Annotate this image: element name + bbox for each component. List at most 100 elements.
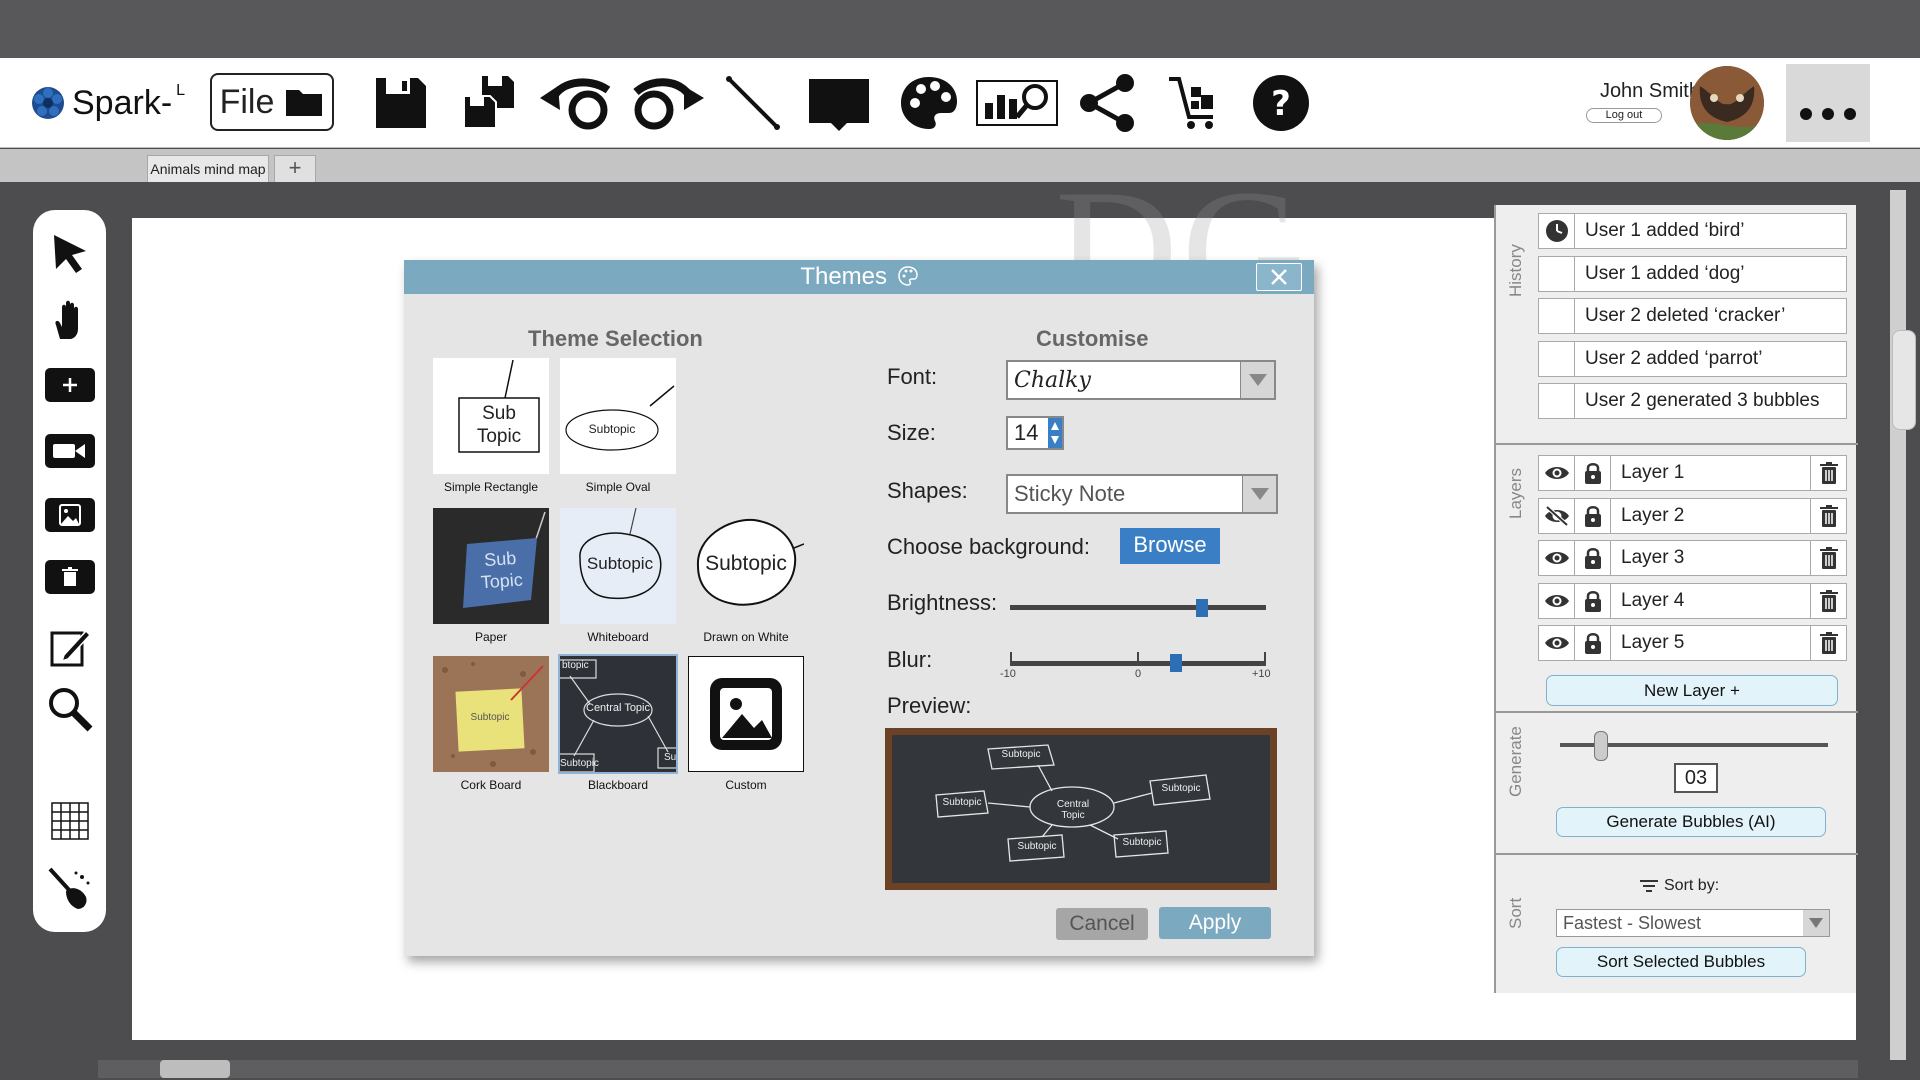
size-label: Size: (887, 420, 936, 445)
history-item[interactable]: User 1 added ‘bird’ (1538, 213, 1847, 249)
logout-button[interactable]: Log out (1586, 108, 1662, 123)
lock-icon[interactable] (1575, 541, 1611, 575)
layer-row[interactable]: Layer 3 (1538, 540, 1847, 576)
lock-icon[interactable] (1575, 498, 1611, 533)
vertical-scroll-thumb[interactable] (1892, 330, 1916, 430)
add-icon[interactable] (45, 360, 95, 410)
cart-icon[interactable] (1160, 70, 1226, 136)
filter-icon (1640, 880, 1658, 892)
browse-button[interactable]: Browse (1120, 528, 1220, 564)
brand: Spark- L (30, 80, 185, 126)
layer-row[interactable]: Layer 2 (1538, 497, 1847, 534)
theme-cork-board[interactable]: Subtopic Cork Board (433, 656, 549, 792)
trash-icon[interactable] (1810, 583, 1846, 618)
save-icon[interactable] (368, 70, 434, 136)
brightness-slider[interactable] (1010, 605, 1266, 610)
layer-row[interactable]: Layer 1 (1538, 455, 1847, 491)
lock-icon[interactable] (1575, 626, 1611, 660)
user-name: John Smith (1599, 80, 1700, 102)
sort-selected-bubbles-button[interactable]: Sort Selected Bubbles (1556, 947, 1806, 977)
sort-section: Sort Sort by: Fastest - Slowest Sort Sel… (1496, 857, 1858, 993)
new-layer-button[interactable]: New Layer + (1546, 675, 1838, 706)
font-select[interactable]: Chalky (1006, 360, 1276, 400)
generate-bubbles-button[interactable]: Generate Bubbles (AI) (1556, 807, 1826, 837)
lock-icon[interactable] (1575, 456, 1611, 490)
stepper-arrows-icon[interactable] (1048, 418, 1062, 448)
chevron-down-icon (1240, 362, 1274, 398)
history-item[interactable]: User 2 generated 3 bubbles (1538, 383, 1847, 419)
theme-sample-text: Su (664, 752, 676, 763)
edit-icon[interactable] (45, 622, 95, 672)
blur-slider-thumb[interactable] (1170, 654, 1183, 672)
sort-select-value: Fastest - Slowest (1563, 912, 1702, 933)
shapes-select[interactable]: Sticky Note (1006, 474, 1278, 514)
history-item[interactable]: User 2 deleted ‘cracker’ (1538, 298, 1847, 334)
generate-slider-thumb[interactable] (1594, 731, 1608, 761)
image-icon (710, 678, 782, 750)
size-stepper[interactable]: 14 (1006, 416, 1064, 450)
history-item[interactable]: User 2 added ‘parrot’ (1538, 341, 1847, 377)
generate-label: Generate (1506, 726, 1525, 797)
delete-icon[interactable] (45, 552, 95, 602)
eye-off-icon[interactable] (1539, 498, 1575, 533)
grid-icon[interactable] (45, 796, 95, 846)
trash-icon[interactable] (1810, 626, 1846, 660)
share-icon[interactable] (1074, 70, 1140, 136)
tab-animals-mind-map[interactable]: Animals mind map (147, 155, 269, 182)
vertical-scrollbar[interactable] (1890, 190, 1906, 1060)
theme-label: Whiteboard (587, 630, 649, 644)
zoom-icon[interactable] (45, 684, 95, 734)
present-icon[interactable] (806, 70, 872, 136)
close-button[interactable] (1256, 263, 1302, 291)
redo-icon[interactable] (624, 70, 708, 136)
theme-drawn-on-white[interactable]: Subtopic Drawn on White (688, 508, 804, 644)
trash-icon[interactable] (1810, 498, 1846, 533)
theme-label: Blackboard (587, 778, 649, 792)
palette-icon[interactable] (896, 70, 962, 136)
brush-icon[interactable] (45, 864, 95, 914)
horizontal-scrollbar[interactable] (98, 1060, 1858, 1078)
horizontal-scroll-thumb[interactable] (160, 1060, 230, 1078)
video-icon[interactable] (45, 426, 95, 476)
preview-central-topic: Central Topic (1056, 799, 1090, 821)
theme-simple-rectangle[interactable]: Sub Topic Simple Rectangle (433, 358, 549, 494)
theme-custom[interactable]: Custom (688, 656, 804, 792)
generate-section: Generate 03 Generate Bubbles (AI) (1496, 715, 1858, 855)
image-icon[interactable] (45, 490, 95, 540)
brightness-slider-thumb[interactable] (1196, 599, 1208, 617)
help-icon[interactable]: ? (1248, 70, 1314, 136)
clock-icon (1539, 214, 1575, 248)
theme-simple-oval[interactable]: Subtopic Simple Oval (560, 358, 676, 494)
eye-icon[interactable] (1539, 541, 1575, 575)
theme-paper[interactable]: Sub Topic Paper (433, 508, 549, 644)
chart-search-icon[interactable] (974, 70, 1060, 136)
history-item[interactable]: User 1 added ‘dog’ (1538, 256, 1847, 292)
font-value: Chalky (1014, 367, 1091, 393)
more-menu-button[interactable] (1786, 64, 1870, 142)
trash-icon[interactable] (1810, 456, 1846, 490)
sort-select[interactable]: Fastest - Slowest (1556, 909, 1830, 937)
apply-button[interactable]: Apply (1159, 907, 1271, 939)
pointer-icon[interactable] (45, 228, 95, 278)
eye-icon[interactable] (1539, 626, 1575, 660)
trash-icon[interactable] (1810, 541, 1846, 575)
hand-icon[interactable] (45, 296, 95, 346)
add-tab-button[interactable]: + (274, 155, 316, 182)
eye-icon[interactable] (1539, 583, 1575, 618)
theme-whiteboard[interactable]: Subtopic Whiteboard (560, 508, 676, 644)
save-all-icon[interactable] (456, 70, 522, 136)
line-icon[interactable] (720, 70, 786, 136)
theme-blackboard[interactable]: Central Topic btopic Subtopic Su Blackbo… (558, 654, 678, 792)
file-button[interactable]: File (210, 73, 334, 131)
eye-icon[interactable] (1539, 456, 1575, 490)
undo-icon[interactable] (536, 70, 620, 136)
avatar[interactable] (1690, 66, 1764, 140)
generate-count[interactable]: 03 (1674, 763, 1718, 793)
lock-icon[interactable] (1575, 583, 1611, 618)
blur-max-label: +10 (1252, 668, 1271, 680)
layer-name: Layer 3 (1621, 547, 1685, 568)
cancel-button[interactable]: Cancel (1056, 908, 1148, 940)
chevron-down-icon (1242, 476, 1276, 512)
layer-row[interactable]: Layer 4 (1538, 582, 1847, 619)
layer-row[interactable]: Layer 5 (1538, 625, 1847, 661)
